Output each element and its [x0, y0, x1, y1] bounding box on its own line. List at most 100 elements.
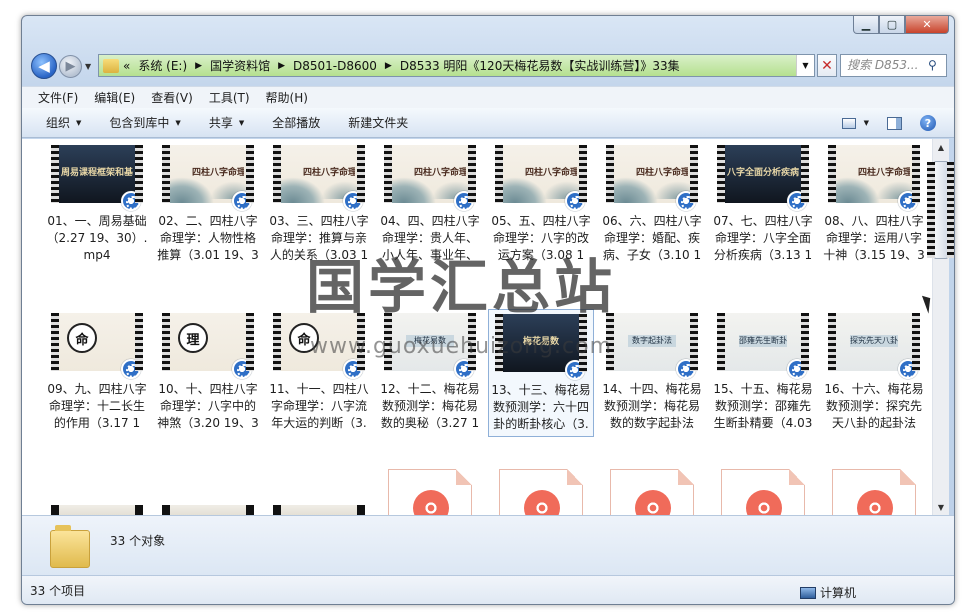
video-thumbnail: 数字起卦法 [606, 313, 698, 379]
scroll-thumb[interactable] [927, 161, 954, 259]
share-button[interactable]: 共享 ▼ [209, 114, 244, 131]
preview-pane-icon [887, 116, 902, 130]
include-in-library-button[interactable]: 包含到库中 ▼ [109, 114, 180, 131]
details-pane: 33 个对象 [22, 515, 954, 575]
thumbnail-seal: 命 [67, 323, 97, 353]
video-thumbnail: 四柱八字命理 [495, 145, 587, 211]
address-segment-current[interactable]: D8533 明阳《120天梅花易数【实战训练营】》33集 [400, 57, 680, 74]
organize-button[interactable]: 组织 ▼ [46, 114, 81, 131]
new-folder-button[interactable]: 新建文件夹 [348, 114, 408, 131]
media-player-icon [676, 191, 696, 211]
file-item[interactable]: 命 09、九、四柱八字命理学：十二长生的作用（3.17 19、30）... [44, 309, 150, 437]
video-thumbnail-partial[interactable] [162, 505, 254, 515]
help-icon: ? [920, 115, 936, 131]
help-button[interactable]: ? [920, 115, 936, 131]
video-thumbnail: 四柱八字命理 [828, 145, 920, 211]
file-item[interactable]: 梅花易数13、十三、梅花易数预测学：六十四卦的断卦核心（3.29 19、... [488, 309, 594, 437]
address-segment-range[interactable]: D8501-D8600 [293, 59, 377, 73]
thumbnail-title: 四柱八字命理 [192, 168, 244, 178]
media-player-icon [787, 191, 807, 211]
scroll-up-icon[interactable]: ▲ [933, 139, 949, 155]
navigation-bar: ◀ ▶ ▼ « 系统 (E:) ▶ 国学资料馆 ▶ D8501-D8600 ▶ … [28, 51, 948, 79]
address-segment-library[interactable]: 国学资料馆 [210, 57, 270, 74]
media-player-icon [454, 191, 474, 211]
address-dropdown-icon[interactable]: ▼ [796, 55, 814, 76]
video-thumbnail: 周易课程框架和基础知识 [51, 145, 143, 211]
file-item[interactable]: 命11、十一、四柱八字命理学：八字流年大运的判断（3.22 19、... [266, 309, 372, 437]
dropdown-icon: ▼ [76, 118, 82, 127]
menu-edit[interactable]: 编辑(E) [94, 89, 135, 106]
file-name: 10、十、四柱八字命理学：八字中的神煞（3.20 19、30）.mp4 [157, 382, 259, 430]
status-bar: 33 个项目 计算机 [22, 575, 954, 604]
media-file-icon [635, 490, 671, 515]
address-overflow[interactable]: « [123, 59, 130, 73]
search-input[interactable]: 搜索 D853... ⚲ [840, 54, 947, 77]
play-all-button[interactable]: 全部播放 [272, 114, 320, 131]
forward-button[interactable]: ▶ [59, 55, 82, 78]
vertical-scrollbar[interactable]: ▲ ▼ [927, 139, 954, 515]
video-thumbnail: 四柱八字命理 [384, 145, 476, 211]
address-bar[interactable]: « 系统 (E:) ▶ 国学资料馆 ▶ D8501-D8600 ▶ D8533 … [98, 54, 815, 77]
menu-file[interactable]: 文件(F) [38, 89, 78, 106]
video-thumbnail-partial[interactable] [273, 505, 365, 515]
thumbnail-title: 四柱八字命理 [525, 168, 577, 178]
document-file-icon[interactable] [721, 469, 805, 515]
document-file-icon[interactable] [388, 469, 472, 515]
chevron-right-icon[interactable]: ▶ [195, 61, 202, 71]
video-thumbnail: 邵雍先生断卦精要 [717, 313, 809, 379]
document-file-icon[interactable] [610, 469, 694, 515]
minimize-button[interactable]: ▁ [853, 16, 879, 34]
thumbnail-title: 探究先天八卦的起卦法 [850, 335, 898, 347]
watermark-title: 国学汇总站 [306, 253, 617, 321]
recent-pages-chevron-icon[interactable]: ▼ [85, 62, 91, 71]
video-thumbnail-partial[interactable] [51, 505, 143, 515]
document-file-icon[interactable] [832, 469, 916, 515]
item-count: 33 个项目 [30, 584, 86, 598]
file-item[interactable]: 四柱八字命理 02、二、四柱八字命理学：人物性格推算（3.01 19、30）.mp… [155, 141, 261, 269]
menu-bar: 文件(F) 编辑(E) 查看(V) 工具(T) 帮助(H) [22, 86, 954, 108]
media-player-icon [343, 191, 363, 211]
change-view-button[interactable]: ▼ [841, 117, 869, 129]
document-file-icon[interactable] [499, 469, 583, 515]
thumbnail-title: 邵雍先生断卦精要 [739, 335, 787, 347]
scroll-down-icon[interactable]: ▼ [933, 499, 949, 515]
file-item[interactable]: 四柱八字命理 08、八、四柱八字命理学：运用八字十神（3.15 19、30）.mp… [821, 141, 927, 269]
menu-view[interactable]: 查看(V) [151, 89, 193, 106]
file-item[interactable]: 理 10、十、四柱八字命理学：八字中的神煞（3.20 19、30）.mp4 [155, 309, 261, 437]
file-name: 07、七、四柱八字命理学：八字全面分析疾病（3.13 19、30）... [713, 214, 813, 262]
file-item[interactable]: 周易课程框架和基础知识 01、一、周易基础（2.27 19、30）.mp4 [44, 141, 150, 269]
menu-tools[interactable]: 工具(T) [209, 89, 250, 106]
media-player-icon [565, 191, 585, 211]
maximize-button[interactable]: ▢ [879, 16, 905, 34]
file-name: 09、九、四柱八字命理学：十二长生的作用（3.17 19、30）... [47, 382, 147, 430]
chevron-right-icon[interactable]: ▶ [278, 61, 285, 71]
video-thumbnail: 四柱八字命理 [162, 145, 254, 211]
media-file-icon [746, 490, 782, 515]
menu-help[interactable]: 帮助(H) [266, 89, 308, 106]
watermark-url: www.guoxuehuizong.com [310, 334, 613, 359]
file-item[interactable]: 探究先天八卦的起卦法 16、十六、梅花易数预测学：探究先天八卦的起卦法（4.05 … [821, 309, 927, 437]
media-player-icon [898, 191, 918, 211]
media-player-icon [898, 359, 918, 379]
chevron-right-icon[interactable]: ▶ [385, 61, 392, 71]
close-button[interactable]: ✕ [905, 16, 949, 34]
file-item[interactable]: 梅花易数12、十二、梅花易数预测学：梅花易数的奥秘（3.27 19、30）... [377, 309, 483, 437]
video-thumbnail: 探究先天八卦的起卦法 [828, 313, 920, 379]
preview-pane-button[interactable] [887, 116, 902, 130]
file-item[interactable]: 八字全面分析疾病 07、七、四柱八字命理学：八字全面分析疾病（3.13 19、30… [710, 141, 816, 269]
file-name: 13、十三、梅花易数预测学：六十四卦的断卦核心（3.29 19、... [491, 383, 591, 431]
address-segment-drive[interactable]: 系统 (E:) [138, 57, 187, 74]
file-item[interactable]: 邵雍先生断卦精要 15、十五、梅花易数预测学：邵雍先生断卦精要（4.03 19、3… [710, 309, 816, 437]
video-thumbnail: 四柱八字命理 [273, 145, 365, 211]
video-thumbnail: 理 [162, 313, 254, 379]
file-item[interactable]: 数字起卦法 14、十四、梅花易数预测学：梅花易数的数字起卦法（3.31 19... [599, 309, 705, 437]
back-button[interactable]: ◀ [31, 53, 57, 79]
file-name: 08、八、四柱八字命理学：运用八字十神（3.15 19、30）.mp4 [823, 214, 925, 262]
refresh-button[interactable]: ✕ [817, 54, 837, 77]
file-list[interactable]: 周易课程框架和基础知识01、一、周易基础（2.27 19、30）.mp4四柱八字… [22, 139, 932, 515]
command-bar: 组织 ▼ 包含到库中 ▼ 共享 ▼ 全部播放 新建文件夹 ▼ ? [22, 108, 954, 138]
file-name: 11、十一、四柱八字命理学：八字流年大运的判断（3.22 19、... [269, 382, 369, 430]
media-player-icon [454, 359, 474, 379]
search-icon[interactable]: ⚲ [928, 55, 946, 76]
media-player-icon [232, 359, 252, 379]
